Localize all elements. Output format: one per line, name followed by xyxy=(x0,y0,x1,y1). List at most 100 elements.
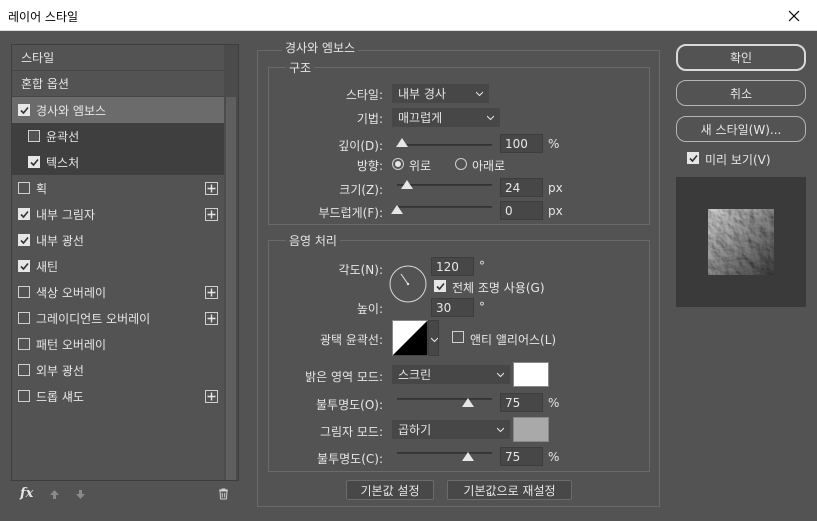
style-item[interactable]: 내부 그림자 xyxy=(12,201,224,227)
antialias-checkbox[interactable] xyxy=(452,331,464,343)
preview-checkbox[interactable] xyxy=(687,152,699,164)
style-item-label: 혼합 옵션 xyxy=(21,77,69,91)
gloss-contour-dropdown[interactable] xyxy=(428,320,439,356)
angle-input[interactable]: 120 xyxy=(431,257,474,276)
technique-select[interactable]: 매끄럽게 xyxy=(392,108,500,127)
add-effect-button[interactable] xyxy=(205,285,218,299)
style-item-checkbox[interactable] xyxy=(18,364,30,376)
style-item-checkbox[interactable] xyxy=(18,234,30,246)
shadow-opacity-input[interactable]: 75 xyxy=(500,447,543,466)
ok-button[interactable]: 확인 xyxy=(676,44,806,71)
style-item-label: 윤곽선 xyxy=(46,129,80,144)
shadow-opacity-label: 불투명도(C): xyxy=(317,452,383,466)
style-item[interactable]: 그레이디언트 오버레이 xyxy=(12,305,224,331)
style-item[interactable]: 내부 광선 xyxy=(12,227,224,253)
depth-slider-thumb[interactable] xyxy=(395,138,408,147)
style-item-checkbox[interactable] xyxy=(18,104,30,116)
altitude-input[interactable]: 30 xyxy=(431,298,474,317)
altitude-unit: ° xyxy=(479,300,485,314)
highlight-opacity-input[interactable]: 75 xyxy=(500,393,543,412)
style-item-checkbox[interactable] xyxy=(28,130,40,142)
close-button[interactable] xyxy=(771,0,817,31)
global-light-label: 전체 조명 사용(G) xyxy=(452,281,545,295)
shadow-opacity-track[interactable] xyxy=(397,452,492,454)
soften-input[interactable]: 0 xyxy=(500,201,543,220)
new-style-button[interactable]: 새 스타일(W)... xyxy=(676,116,806,142)
add-effect-button[interactable] xyxy=(205,181,218,195)
size-slider-thumb[interactable] xyxy=(400,180,413,189)
shadow-mode-select[interactable]: 곱하기 xyxy=(392,420,510,439)
add-effect-button[interactable] xyxy=(205,207,218,221)
cancel-button[interactable]: 취소 xyxy=(676,80,806,106)
add-effect-button[interactable] xyxy=(205,311,218,325)
style-item[interactable]: 스타일 xyxy=(12,45,224,71)
reset-default-button[interactable]: 기본값으로 재설정 xyxy=(447,480,572,500)
chevron-down-icon xyxy=(431,337,438,343)
highlight-opacity-unit: % xyxy=(548,396,560,410)
style-item-checkbox[interactable] xyxy=(18,208,30,220)
move-down-icon[interactable] xyxy=(75,489,86,500)
move-up-icon[interactable] xyxy=(49,489,60,500)
title-bar: 레이어 스타일 xyxy=(0,0,817,31)
style-item[interactable]: 외부 광선 xyxy=(12,357,224,383)
style-item-checkbox[interactable] xyxy=(18,182,30,194)
style-item-checkbox[interactable] xyxy=(18,260,30,272)
soften-slider-track[interactable] xyxy=(397,206,492,208)
highlight-opacity-track[interactable] xyxy=(397,398,492,400)
style-item-checkbox[interactable] xyxy=(28,156,40,168)
shadow-color-swatch[interactable] xyxy=(513,417,549,442)
styles-scrollbar-thumb[interactable] xyxy=(226,97,236,480)
check-icon xyxy=(19,236,29,244)
shadow-opacity-value: 75 xyxy=(505,449,521,464)
antialias-label: 앤티 앨리어스(L) xyxy=(470,333,557,347)
add-effect-button[interactable] xyxy=(205,389,218,403)
style-item-checkbox[interactable] xyxy=(18,312,30,324)
soften-value: 0 xyxy=(505,203,513,218)
style-item[interactable]: 색상 오버레이 xyxy=(12,279,224,305)
size-input[interactable]: 24 xyxy=(500,178,543,197)
style-item-checkbox[interactable] xyxy=(18,390,30,402)
global-light-checkbox[interactable] xyxy=(434,280,446,292)
styles-bottom-toolbar: fx xyxy=(11,483,239,507)
style-item[interactable]: 윤곽선 xyxy=(12,123,224,149)
plus-icon xyxy=(207,288,216,296)
highlight-color-swatch[interactable] xyxy=(513,362,549,387)
style-item-checkbox[interactable] xyxy=(18,338,30,350)
style-item-label: 경사와 엠보스 xyxy=(36,103,107,118)
highlight-opacity-label: 불투명도(O): xyxy=(315,398,383,412)
soften-unit: px xyxy=(548,204,563,218)
style-item-label: 새틴 xyxy=(36,259,59,274)
depth-input[interactable]: 100 xyxy=(500,134,543,153)
size-label: 크기(Z): xyxy=(339,183,383,197)
depth-slider-track[interactable] xyxy=(397,144,492,146)
direction-down-label: 아래로 xyxy=(472,159,506,173)
direction-up-radio[interactable] xyxy=(392,158,404,170)
direction-down-radio[interactable] xyxy=(455,158,467,170)
make-default-button[interactable]: 기본값 설정 xyxy=(346,480,434,500)
style-item[interactable]: 혼합 옵션 xyxy=(12,71,224,97)
style-item[interactable]: 패턴 오버레이 xyxy=(12,331,224,357)
highlight-mode-select[interactable]: 스크린 xyxy=(392,365,510,384)
style-item-label: 외부 광선 xyxy=(36,363,84,378)
plus-icon xyxy=(207,314,216,322)
chevron-down-icon xyxy=(497,427,504,433)
style-item[interactable]: 새틴 xyxy=(12,253,224,279)
check-icon xyxy=(29,158,39,166)
technique-label: 기법: xyxy=(356,112,383,126)
depth-unit: % xyxy=(548,137,560,151)
style-item[interactable]: 획 xyxy=(12,175,224,201)
chevron-down-icon xyxy=(476,91,483,97)
shadow-opacity-thumb[interactable] xyxy=(462,452,475,461)
fx-button[interactable]: fx xyxy=(20,486,33,501)
style-item[interactable]: 드롭 섀도 xyxy=(12,383,224,409)
style-item-checkbox[interactable] xyxy=(18,286,30,298)
trash-icon[interactable] xyxy=(218,488,229,500)
angle-dial[interactable] xyxy=(388,264,428,304)
soften-slider-thumb[interactable] xyxy=(391,205,403,214)
style-item[interactable]: 경사와 엠보스 xyxy=(12,97,224,123)
gloss-contour-thumbnail[interactable] xyxy=(392,320,428,356)
style-item[interactable]: 텍스처 xyxy=(12,149,224,175)
soften-label: 부드럽게(F): xyxy=(318,206,383,220)
style-select[interactable]: 내부 경사 xyxy=(392,84,489,103)
highlight-opacity-thumb[interactable] xyxy=(462,398,475,407)
